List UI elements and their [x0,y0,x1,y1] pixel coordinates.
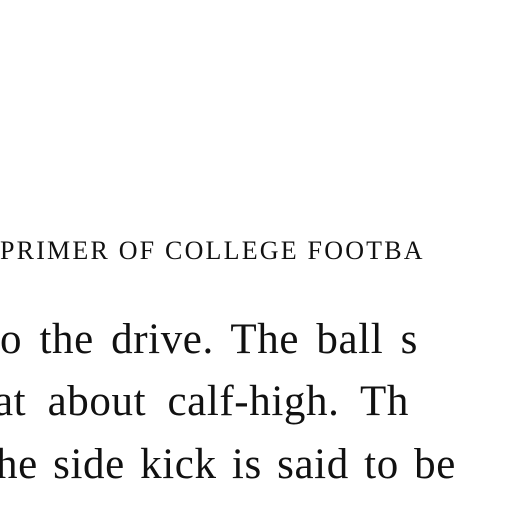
running-head: PRIMER OF COLLEGE FOOTBA [0,236,425,265]
body-text-line-2: at about calf-high. Th [0,378,409,425]
body-text-line-1: o the drive. The ball s [0,316,418,363]
body-text-line-3: he side kick is said to be [0,441,456,488]
book-page: PRIMER OF COLLEGE FOOTBA o the drive. Th… [0,0,512,512]
